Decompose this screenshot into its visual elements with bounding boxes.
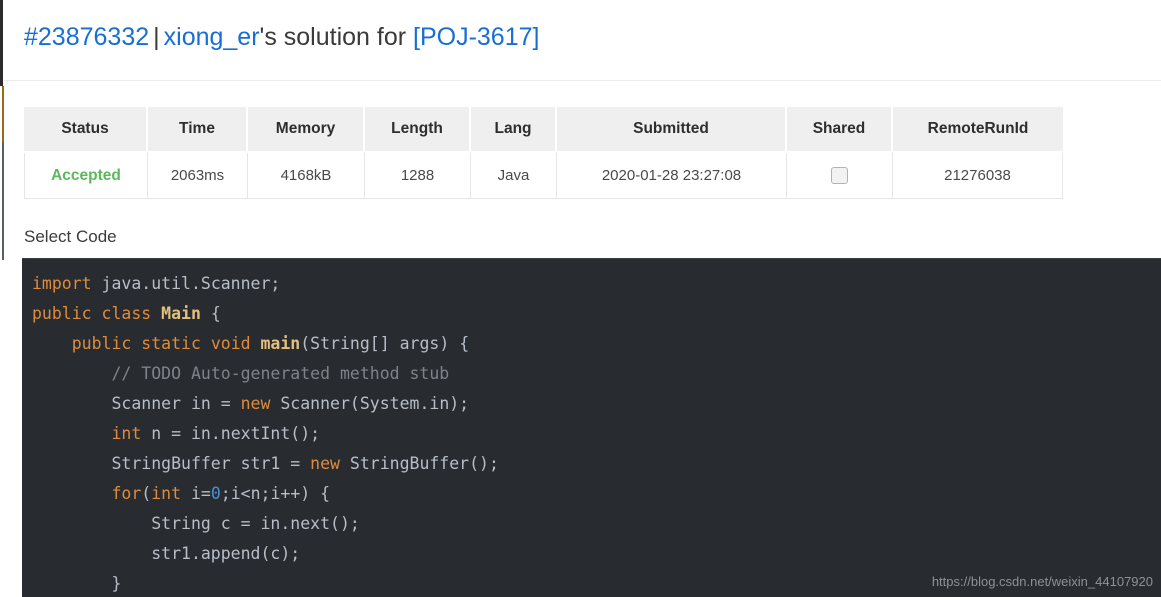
column-header-memory: Memory <box>248 107 365 153</box>
shared-checkbox[interactable] <box>831 167 848 185</box>
code-line: String c = in.next(); <box>32 514 360 533</box>
code-line: } <box>32 574 122 593</box>
column-header-remoterunid: RemoteRunId <box>893 107 1063 153</box>
table-row: Accepted 2063ms 4168kB 1288 Java 2020-01… <box>24 153 1063 199</box>
page-title: #23876332 | xiong_er's solution for [POJ-3… <box>24 22 1161 52</box>
title-separator: | <box>153 23 160 51</box>
column-header-time: Time <box>148 107 248 153</box>
code-line: public static void main(String[] args) { <box>71 334 470 353</box>
cell-shared <box>787 153 893 199</box>
code-line: int n = in.nextInt(); <box>111 424 321 443</box>
column-header-submitted: Submitted <box>557 107 787 153</box>
column-header-status: Status <box>24 107 148 153</box>
submission-table: Status Time Memory Length Lang Submitted… <box>24 107 1063 199</box>
code-viewer[interactable]: import java.util.Scanner; public class M… <box>22 258 1161 597</box>
username-link[interactable]: xiong_er <box>164 23 260 51</box>
cell-time: 2063ms <box>148 153 248 199</box>
code-line: Scanner in = new Scanner(System.in); <box>32 394 470 413</box>
page-header: #23876332 | xiong_er's solution for [POJ-3… <box>0 0 1161 58</box>
title-possessive-text: 's solution for <box>259 23 407 51</box>
code-line: str1.append(c); <box>32 544 301 563</box>
cell-lang: Java <box>471 153 557 199</box>
cell-remoterunid: 21276038 <box>893 153 1063 199</box>
table-header-row: Status Time Memory Length Lang Submitted… <box>24 107 1063 153</box>
cell-submitted: 2020-01-28 23:27:08 <box>557 153 787 199</box>
table-body: Accepted 2063ms 4168kB 1288 Java 2020-01… <box>24 153 1063 199</box>
cell-status: Accepted <box>24 153 148 199</box>
header-divider <box>4 80 1161 81</box>
code-line: import java.util.Scanner; <box>32 274 281 293</box>
watermark-text: https://blog.csdn.net/weixin_44107920 <box>931 574 1153 589</box>
cell-length: 1288 <box>365 153 471 199</box>
submission-table-wrapper: Status Time Memory Length Lang Submitted… <box>24 107 1063 199</box>
table-head: Status Time Memory Length Lang Submitted… <box>24 107 1063 153</box>
code-line: // TODO Auto-generated method stub <box>111 364 450 383</box>
code-content[interactable]: import java.util.Scanner; public class M… <box>22 259 1161 597</box>
code-line: for(int i=0;i<n;i++) { <box>111 484 331 503</box>
submission-id-link[interactable]: #23876332 <box>24 23 149 51</box>
window-edge-gray <box>2 142 4 260</box>
code-line: StringBuffer str1 = new StringBuffer(); <box>32 454 499 473</box>
cell-memory: 4168kB <box>248 153 365 199</box>
problem-id-link[interactable]: [POJ-3617] <box>413 23 539 51</box>
code-line: public class Main { <box>32 304 221 323</box>
window-edge-accent <box>2 86 4 142</box>
column-header-length: Length <box>365 107 471 153</box>
select-code-label: Select Code <box>24 227 117 246</box>
column-header-lang: Lang <box>471 107 557 153</box>
window-edge-top <box>0 0 3 86</box>
column-header-shared: Shared <box>787 107 893 153</box>
